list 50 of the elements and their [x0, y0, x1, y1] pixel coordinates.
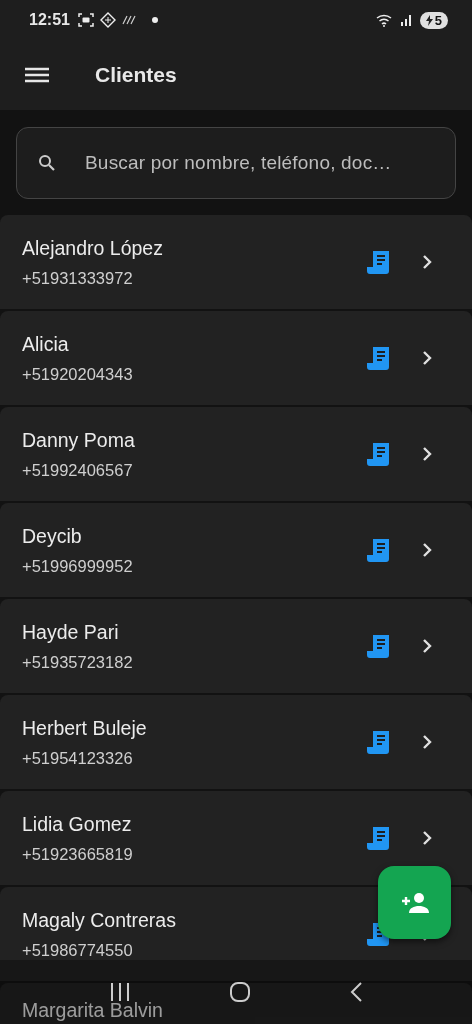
hatch-icon	[121, 15, 136, 25]
search-field[interactable]: Buscar por nombre, teléfono, doc…	[16, 127, 456, 199]
chevron-right-icon[interactable]	[422, 350, 432, 366]
chevron-right-icon[interactable]	[422, 638, 432, 654]
battery-indicator: 5	[419, 11, 448, 29]
client-name: Lidia Gomez	[22, 812, 133, 836]
add-client-button[interactable]	[378, 866, 451, 939]
page-title: Clientes	[95, 63, 177, 87]
screenshot-icon	[77, 12, 94, 28]
chevron-right-icon[interactable]	[422, 542, 432, 558]
signal-icon	[399, 14, 412, 26]
client-row[interactable]: Alicia +51920204343	[0, 311, 472, 405]
chevron-right-icon[interactable]	[422, 254, 432, 270]
search-icon	[38, 154, 56, 172]
client-phone: +51986774550	[22, 940, 134, 960]
add-person-icon	[399, 890, 430, 915]
client-phone: +51992406567	[22, 460, 134, 480]
chevron-right-icon[interactable]	[422, 734, 432, 750]
home-icon[interactable]	[229, 981, 251, 1003]
client-row[interactable]: Lidia Gomez +51923665819	[0, 791, 472, 885]
client-phone: +51931333972	[22, 268, 134, 288]
client-phone: +51935723182	[22, 652, 134, 672]
client-row[interactable]: Herbert Buleje +51954123326	[0, 695, 472, 789]
client-name: Magaly Contreras	[22, 908, 177, 932]
client-name: Alicia	[22, 332, 70, 356]
client-name: Danny Poma	[22, 428, 136, 452]
status-time: 12:51	[29, 11, 70, 29]
menu-icon[interactable]	[25, 67, 49, 83]
client-row[interactable]: Deycib +51996999952	[0, 503, 472, 597]
diamond-icon	[99, 12, 116, 28]
client-name: Hayde Pari	[22, 620, 120, 644]
client-phone: +51923665819	[22, 844, 134, 864]
chevron-right-icon[interactable]	[422, 830, 432, 846]
wifi-icon	[375, 13, 394, 27]
client-row[interactable]: Danny Poma +51992406567	[0, 407, 472, 501]
client-row[interactable]: Hayde Pari +51935723182	[0, 599, 472, 693]
client-row[interactable]: Margarita Balvin	[0, 983, 472, 1024]
notification-dot	[151, 17, 158, 23]
client-name: Margarita Balvin	[22, 999, 164, 1022]
chevron-right-icon[interactable]	[422, 446, 432, 462]
client-name: Herbert Buleje	[22, 716, 148, 740]
client-phone: +51996999952	[22, 556, 134, 576]
client-row[interactable]: Alejandro López +51931333972	[0, 215, 472, 309]
client-phone: +51954123326	[22, 748, 134, 768]
back-icon[interactable]	[349, 981, 363, 1003]
client-row[interactable]: Magaly Contreras +51986774550	[0, 887, 472, 981]
client-phone: +51920204343	[22, 364, 134, 384]
client-name: Deycib	[22, 524, 83, 548]
recent-apps-icon[interactable]	[109, 982, 131, 1002]
client-name: Alejandro López	[22, 236, 164, 260]
